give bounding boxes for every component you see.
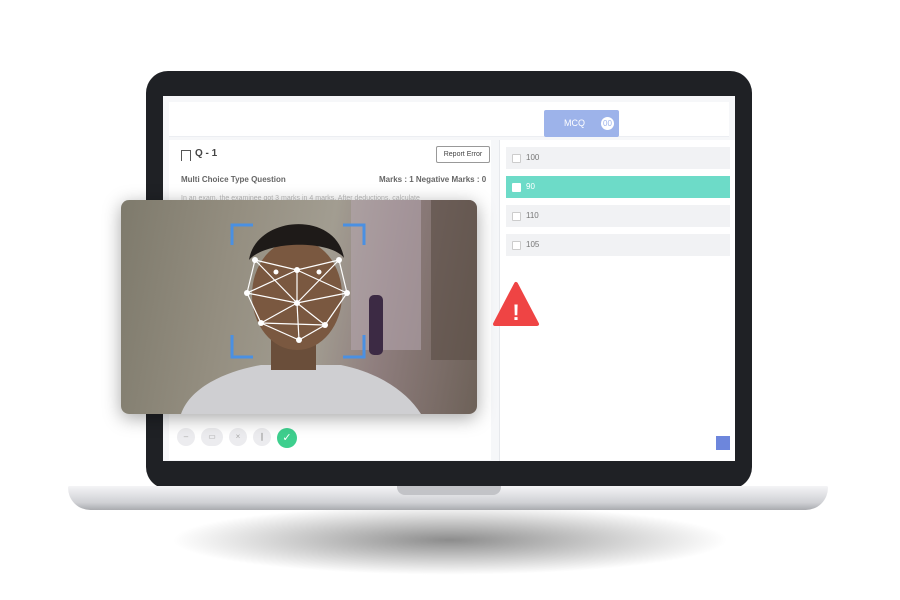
option-label: 110 xyxy=(526,211,539,220)
tab-mcq-count-badge: 00 xyxy=(601,117,614,130)
warning-icon: ! xyxy=(493,282,539,326)
option-checkbox[interactable] xyxy=(512,212,521,221)
bottle xyxy=(369,295,383,355)
report-error-button[interactable]: Report Error xyxy=(436,146,490,163)
option-label: 90 xyxy=(526,182,535,191)
option-label: 100 xyxy=(526,153,540,162)
warning-icon-glyph: ! xyxy=(512,300,519,325)
option-2-selected[interactable]: 90 xyxy=(506,176,730,198)
option-label: 105 xyxy=(526,240,540,249)
pause-button[interactable]: ∥ xyxy=(253,428,271,446)
clear-button[interactable]: × xyxy=(229,428,247,446)
app-header: MCQ 00 xyxy=(169,102,729,137)
bottom-toolbar: – ▭ × ∥ ✓ xyxy=(177,428,297,448)
option-checkbox[interactable] xyxy=(512,241,521,250)
question-type: Multi Choice Type Question xyxy=(181,175,286,184)
audio-waveform: ! xyxy=(407,261,658,347)
option-3[interactable]: 110 xyxy=(506,205,730,227)
next-button[interactable] xyxy=(716,436,730,450)
submit-check-icon[interactable]: ✓ xyxy=(277,428,297,448)
laptop-shadow xyxy=(170,505,730,575)
option-4[interactable]: 105 xyxy=(506,234,730,256)
mark-review-button[interactable]: ▭ xyxy=(201,428,223,446)
question-number: Q - 1 xyxy=(195,148,218,159)
option-checkbox[interactable] xyxy=(512,183,521,192)
tab-mcq-label: MCQ xyxy=(564,118,585,128)
prev-button[interactable]: – xyxy=(177,428,195,446)
marks-info: Marks : 1 Negative Marks : 0 xyxy=(379,175,487,184)
option-1[interactable]: 100 xyxy=(506,147,730,169)
option-checkbox[interactable] xyxy=(512,154,521,163)
laptop-notch xyxy=(397,486,501,495)
tab-mcq[interactable]: MCQ 00 xyxy=(544,110,619,137)
waveform-bars xyxy=(407,261,658,347)
person-shirt xyxy=(181,365,421,414)
bookmark-icon[interactable] xyxy=(181,150,191,161)
